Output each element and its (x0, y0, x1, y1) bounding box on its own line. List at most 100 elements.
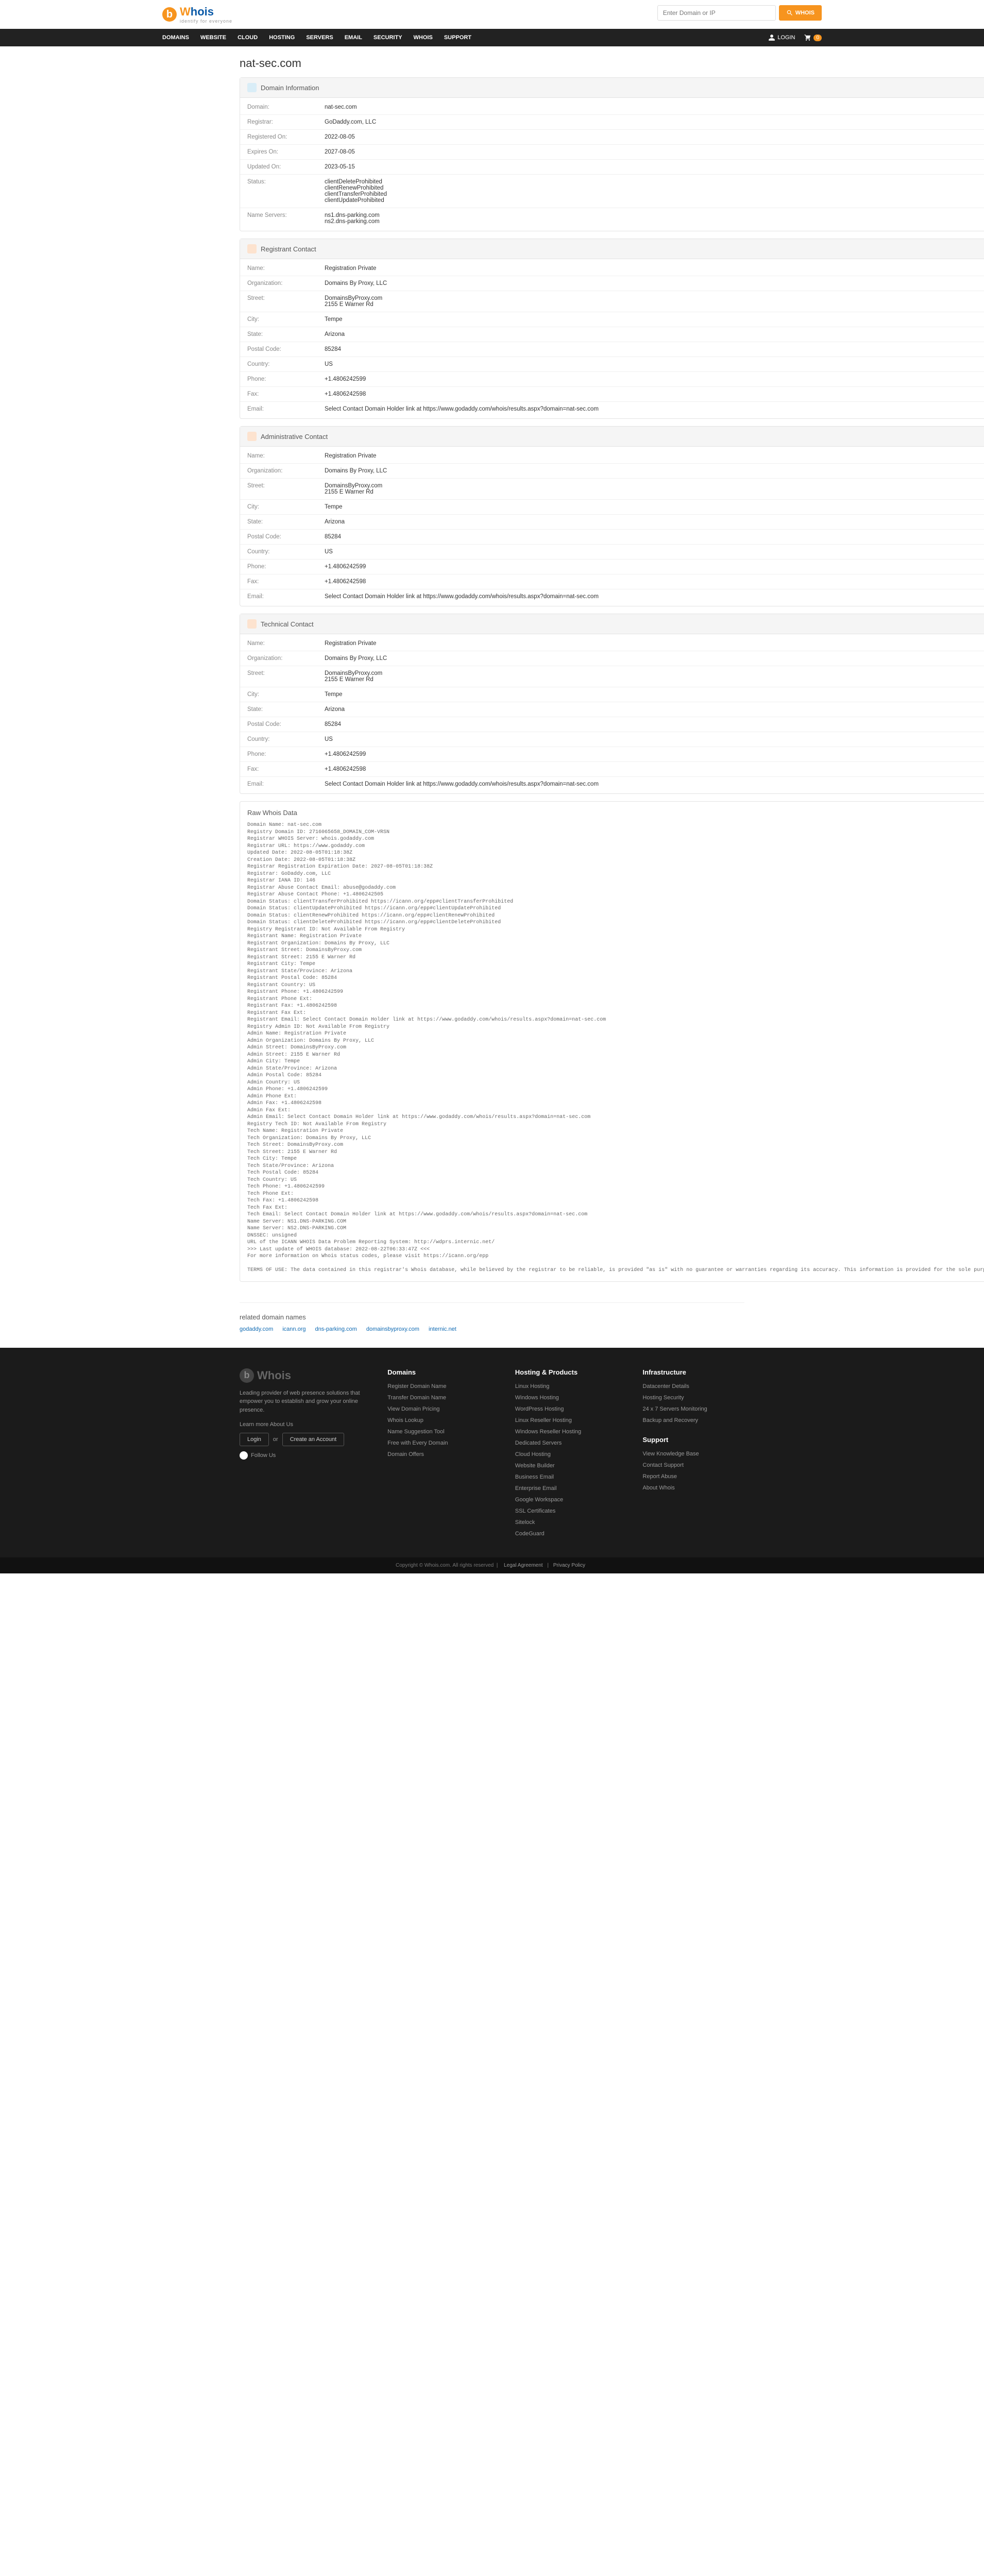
data-row: City:Tempe (240, 500, 984, 515)
data-row: Phone:+1.4806242599 (240, 560, 984, 574)
search-icon (786, 9, 793, 16)
logo-mark-icon: b (162, 7, 177, 22)
footer-link[interactable]: Website Builder (515, 1463, 617, 1469)
related-link[interactable]: internic.net (429, 1326, 456, 1332)
whois-search-button[interactable]: WHOIS (779, 5, 822, 21)
nav-support[interactable]: SUPPORT (444, 35, 471, 41)
related-link[interactable]: godaddy.com (240, 1326, 273, 1332)
footer-link[interactable]: CodeGuard (515, 1531, 617, 1537)
data-row: Email:Select Contact Domain Holder link … (240, 777, 984, 791)
footer-about: Leading provider of web presence solutio… (240, 1389, 362, 1415)
nav-whois[interactable]: WHOIS (414, 35, 433, 41)
raw-whois-panel: Raw Whois Data Domain Name: nat-sec.com … (240, 801, 984, 1282)
nav-security[interactable]: SECURITY (374, 35, 402, 41)
data-row: Organization:Domains By Proxy, LLC (240, 651, 984, 666)
nav-servers[interactable]: SERVERS (306, 35, 333, 41)
info-icon (247, 83, 257, 92)
data-row: Phone:+1.4806242599 (240, 747, 984, 762)
footer-link[interactable]: Transfer Domain Name (387, 1395, 489, 1401)
footer-link[interactable]: SSL Certificates (515, 1508, 617, 1514)
nav-hosting[interactable]: HOSTING (269, 35, 295, 41)
footer-link[interactable]: Dedicated Servers (515, 1440, 617, 1446)
footer-link[interactable]: Datacenter Details (642, 1383, 744, 1389)
footer-link[interactable]: Windows Hosting (515, 1395, 617, 1401)
nav-email[interactable]: EMAIL (345, 35, 362, 41)
data-row: State:Arizona (240, 702, 984, 717)
user-icon (768, 34, 775, 41)
data-row: Postal Code:85284 (240, 530, 984, 545)
data-row: City:Tempe (240, 312, 984, 327)
user-icon (247, 432, 257, 441)
footer-link[interactable]: Whois Lookup (387, 1417, 489, 1423)
follow-us[interactable]: Follow Us (240, 1451, 362, 1460)
footer-link[interactable]: Sitelock (515, 1519, 617, 1526)
raw-whois-text[interactable]: Domain Name: nat-sec.com Registry Domain… (247, 822, 984, 1274)
data-row: Status:clientDeleteProhibited clientRene… (240, 175, 984, 208)
footer-link[interactable]: Hosting Security (642, 1395, 744, 1401)
user-icon (247, 244, 257, 253)
privacy-link[interactable]: Privacy Policy (553, 1563, 585, 1568)
data-row: Registrar:GoDaddy.com, LLC (240, 115, 984, 130)
legal-link[interactable]: Legal Agreement (504, 1563, 543, 1568)
nav-cloud[interactable]: CLOUD (237, 35, 258, 41)
cart-icon (804, 34, 811, 41)
domain-name: nat-sec.com (240, 57, 301, 70)
search-input[interactable] (657, 5, 776, 21)
data-row: Updated On:2023-05-15 (240, 160, 984, 175)
related-link[interactable]: icann.org (282, 1326, 306, 1332)
data-row: Fax:+1.4806242598 (240, 574, 984, 589)
footer-link[interactable]: Linux Reseller Hosting (515, 1417, 617, 1423)
footer-link[interactable]: WordPress Hosting (515, 1406, 617, 1412)
footer-logo-icon: b (240, 1368, 254, 1383)
data-row: Domain:nat-sec.com (240, 100, 984, 115)
footer-link[interactable]: Enterprise Email (515, 1485, 617, 1492)
footer-create-account-button[interactable]: Create an Account (282, 1433, 345, 1446)
related-link[interactable]: domainsbyproxy.com (366, 1326, 419, 1332)
data-row: State:Arizona (240, 327, 984, 342)
logo-tagline: identify for everyone (180, 19, 232, 24)
data-row: Phone:+1.4806242599 (240, 372, 984, 387)
footer-link[interactable]: Backup and Recovery (642, 1417, 744, 1423)
data-row: Country:US (240, 732, 984, 747)
footer-link[interactable]: About Whois (642, 1485, 744, 1491)
footer-link[interactable]: Google Workspace (515, 1497, 617, 1503)
login-link[interactable]: LOGIN (768, 34, 795, 41)
learn-more-link[interactable]: Learn more About Us (240, 1421, 362, 1428)
footer-link[interactable]: 24 x 7 Servers Monitoring (642, 1406, 744, 1412)
related-heading: related domain names (240, 1313, 744, 1321)
nav-website[interactable]: WEBSITE (200, 35, 226, 41)
social-icon (240, 1451, 248, 1460)
data-row: Name Servers:ns1.dns-parking.com ns2.dns… (240, 208, 984, 229)
data-row: State:Arizona (240, 515, 984, 530)
data-row: Fax:+1.4806242598 (240, 762, 984, 777)
footer-link[interactable]: Cloud Hosting (515, 1451, 617, 1458)
data-row: Name:Registration Private (240, 261, 984, 276)
footer-link[interactable]: Linux Hosting (515, 1383, 617, 1389)
data-row: Name:Registration Private (240, 636, 984, 651)
footer-link[interactable]: Free with Every Domain (387, 1440, 489, 1446)
cart-link[interactable]: 0 (804, 34, 822, 41)
footer-link[interactable]: Business Email (515, 1474, 617, 1480)
footer-login-button[interactable]: Login (240, 1433, 269, 1446)
admin-panel: Administrative Contact Name:Registration… (240, 426, 984, 606)
data-row: Registered On:2022-08-05 (240, 130, 984, 145)
footer-link[interactable]: Domain Offers (387, 1451, 489, 1458)
data-row: Postal Code:85284 (240, 342, 984, 357)
related-link[interactable]: dns-parking.com (315, 1326, 357, 1332)
footer-link[interactable]: Windows Reseller Hosting (515, 1429, 617, 1435)
footer-link[interactable]: View Knowledge Base (642, 1451, 744, 1457)
data-row: Street:DomainsByProxy.com 2155 E Warner … (240, 666, 984, 687)
footer-link[interactable]: Contact Support (642, 1462, 744, 1468)
footer-logo[interactable]: b Whois (240, 1368, 362, 1383)
footer-link[interactable]: Report Abuse (642, 1473, 744, 1480)
data-row: Email:Select Contact Domain Holder link … (240, 589, 984, 604)
nav-domains[interactable]: DOMAINS (162, 35, 189, 41)
footer-link[interactable]: Name Suggestion Tool (387, 1429, 489, 1435)
data-row: Email:Select Contact Domain Holder link … (240, 402, 984, 416)
data-row: Organization:Domains By Proxy, LLC (240, 276, 984, 291)
footer-link[interactable]: Register Domain Name (387, 1383, 489, 1389)
logo-w: W (180, 5, 191, 18)
data-row: Organization:Domains By Proxy, LLC (240, 464, 984, 479)
data-row: Fax:+1.4806242598 (240, 387, 984, 402)
footer-link[interactable]: View Domain Pricing (387, 1406, 489, 1412)
